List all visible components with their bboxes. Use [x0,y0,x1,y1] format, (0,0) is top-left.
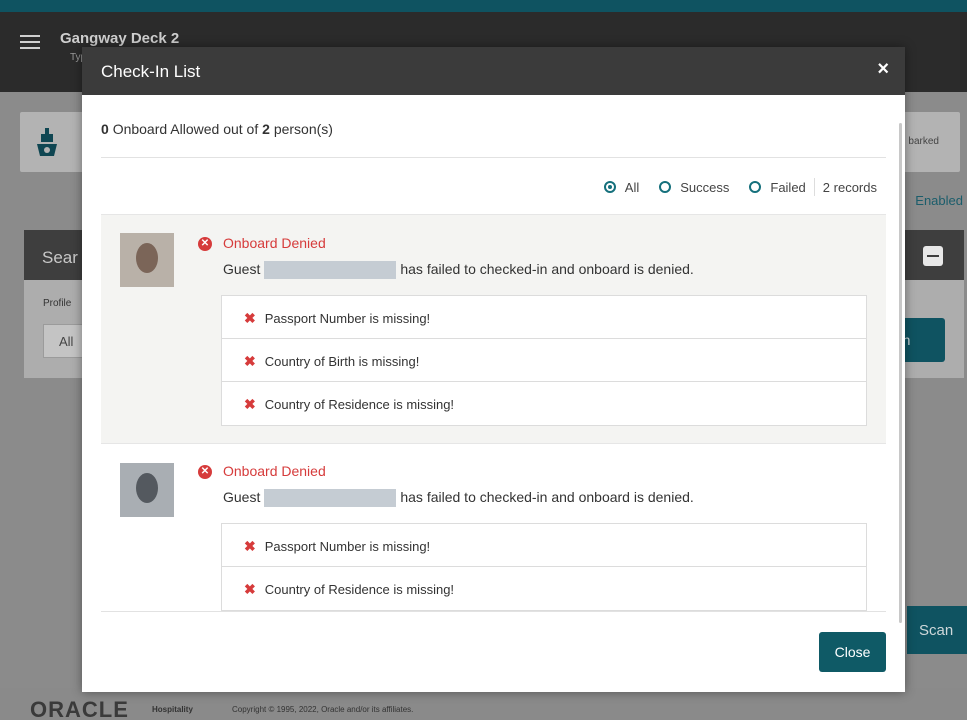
app-title: Gangway Deck 2 [60,30,180,47]
denied-icon: ✕ [198,465,212,479]
filter-label: Success [680,179,730,195]
status-title: Onboard Denied [223,463,326,479]
divider [101,157,886,158]
error-x-icon: ✖ [244,353,256,369]
filter-all-radio[interactable]: All [603,179,640,195]
avatar [120,233,174,287]
error-x-icon: ✖ [244,538,256,554]
footer [0,688,967,720]
divider [813,178,815,196]
redacted-name [264,489,397,508]
check-in-list-modal: Check-In List × 0 Onboard Allowed out of… [82,47,905,692]
avatar [120,463,174,517]
collapse-icon[interactable] [923,246,943,266]
guest-message-text: has failed to checked-in and onboard is … [400,261,694,277]
brand-suffix: Hospitality [152,705,193,714]
denied-icon: ✕ [198,237,212,251]
guest-message: Guest has failed to checked-in and onboar… [223,261,694,280]
record-count: 2 records [822,179,877,195]
guest-message: Guest has failed to checked-in and onboar… [223,489,694,508]
divider [101,611,886,612]
list-item: ✕ Onboard Denied Guest has failed to chec… [101,445,886,611]
radio-icon [749,181,762,193]
list-item: ✕ Onboard Denied Guest has failed to chec… [101,214,886,444]
error-x-icon: ✖ [244,310,256,326]
status-card-label: barked [908,136,939,147]
redacted-name [264,261,397,280]
guest-prefix: Guest [223,261,261,277]
guest-message-text: has failed to checked-in and onboard is … [400,489,694,505]
close-button[interactable]: Close [819,632,886,672]
menu-icon[interactable] [20,35,40,49]
scrollbar[interactable] [899,123,902,623]
guest-prefix: Guest [223,489,261,505]
filter-failed-radio[interactable]: Failed [749,179,806,195]
top-accent-strip [0,0,967,12]
error-item: ✖ Passport Number is missing! [222,524,866,567]
search-panel-title: Sear [42,248,78,267]
error-list: ✖ Passport Number is missing! ✖ Country of… [221,295,867,426]
error-item: ✖ Country of Residence is missing! [244,581,455,597]
filter-success-radio[interactable]: Success [659,180,729,195]
summary-text-mid: Onboard Allowed out of [112,121,259,137]
error-list: ✖ Passport Number is missing! ✖ Country of… [221,523,867,611]
enabled-status: Enabled [915,193,963,208]
error-x-icon: ✖ [244,581,256,597]
modal-header: Check-In List × [82,47,905,95]
filter-label: All [624,179,640,195]
summary-text-end: person(s) [273,121,333,137]
error-item: ✖ Passport Number is missing! [222,296,866,339]
copyright-text: Copyright © 1995, 2022, Oracle and/or it… [232,705,414,714]
modal-title: Check-In List [101,62,201,81]
error-item: ✖ Country of Residence is missing! [244,396,455,412]
status-title: Onboard Denied [223,235,326,251]
profile-label: Profile [43,298,72,309]
radio-icon [659,181,672,193]
filter-label: Failed [770,179,806,195]
radio-selected-icon [603,181,616,193]
oracle-logo: ORACLE [30,697,129,720]
onboard-summary: 0 Onboard Allowed out of 2 person(s) [101,121,333,137]
status-filter: All Success Failed 2 records [584,178,877,196]
total-count: 2 [262,121,270,137]
close-icon[interactable]: × [877,59,889,79]
ship-icon [36,128,58,158]
error-x-icon: ✖ [244,396,256,412]
error-item: ✖ Country of Birth is missing! [222,339,866,382]
allowed-count: 0 [101,121,109,137]
scan-button[interactable]: Scan [907,606,967,654]
